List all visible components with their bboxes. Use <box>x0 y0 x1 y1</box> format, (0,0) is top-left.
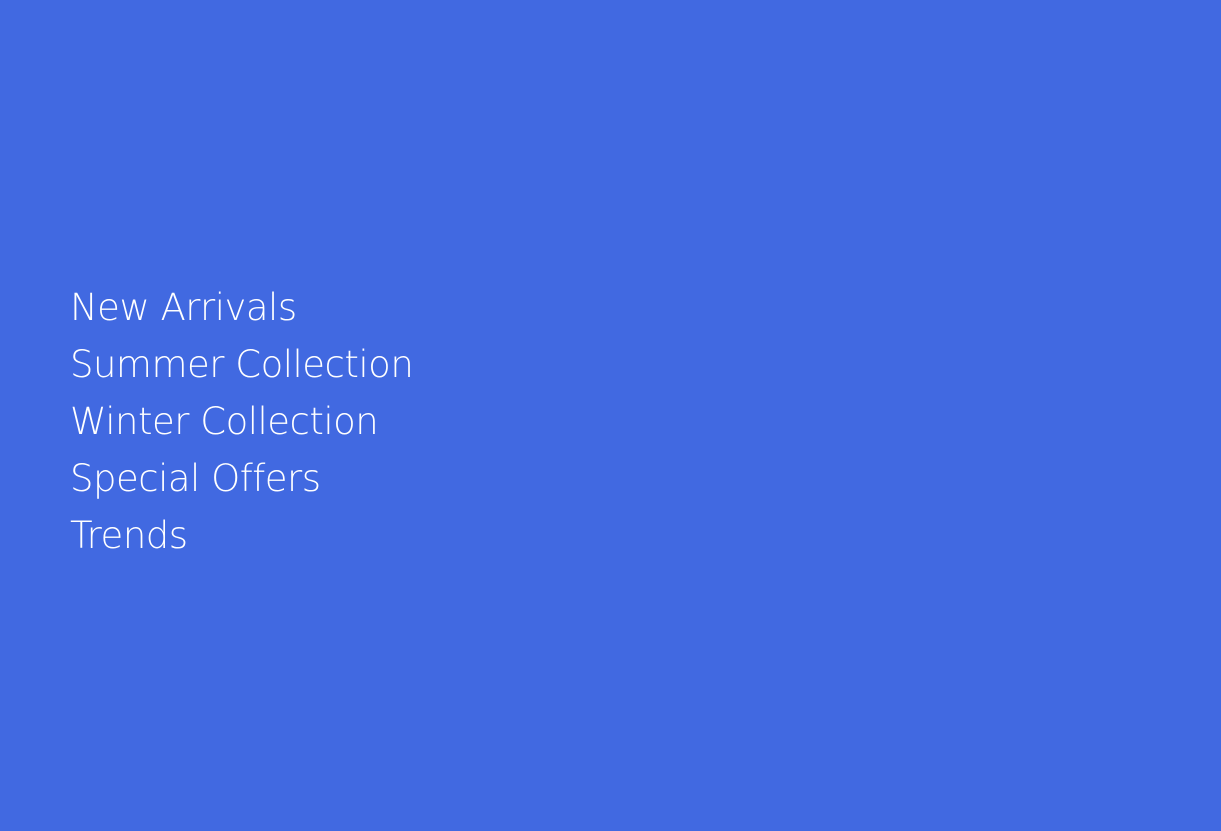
category-menu: New Arrivals Summer Collection Winter Co… <box>70 284 414 569</box>
menu-item-summer-collection[interactable]: Summer Collection <box>70 341 414 398</box>
menu-item-trends[interactable]: Trends <box>70 512 413 569</box>
menu-item-special-offers[interactable]: Special Offers <box>70 455 413 512</box>
menu-item-new-arrivals[interactable]: New Arrivals <box>70 284 413 341</box>
menu-item-winter-collection[interactable]: Winter Collection <box>70 398 413 455</box>
menu-panel: New Arrivals Summer Collection Winter Co… <box>0 0 1221 831</box>
